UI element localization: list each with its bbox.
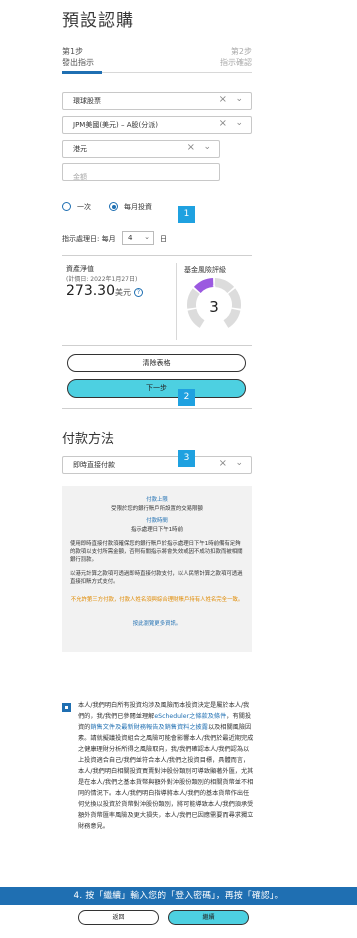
step-2: 第2步 指示確認 bbox=[220, 46, 252, 68]
consent-text: 本人/我們明白所有投資均涉及風險而本投資決定是屬於本人/我們的，我/我們已參閱並… bbox=[78, 700, 254, 832]
step-2-number: 第2步 bbox=[230, 47, 252, 56]
radio-monthly[interactable] bbox=[109, 202, 118, 211]
payment-info-box: 付款上限 受限於您的銀行賬戶所設置的交易限額 付款時間 指示處理日下午1時前 使… bbox=[62, 486, 252, 652]
info-icon[interactable]: ? bbox=[134, 288, 143, 297]
payment-time-text: 指示處理日下午1時前 bbox=[131, 527, 183, 533]
payment-limit-heading: 付款上限 bbox=[146, 497, 168, 503]
more-info-link[interactable]: 按此瀏覽更多資訊。 bbox=[70, 620, 244, 628]
step-1: 第1步 發出指示 bbox=[62, 46, 94, 68]
payment-note-2: 以港元計算之款項可透過即時直接付款支付，以人民幣計算之款項可透過直接扣賬方式支付… bbox=[70, 571, 243, 585]
chevron-down-icon: ⌄ bbox=[235, 458, 243, 468]
risk-gauge-segment bbox=[187, 288, 200, 309]
radio-one-time-label[interactable]: 一次 bbox=[77, 202, 91, 212]
radio-one-time[interactable] bbox=[62, 202, 71, 211]
amount-field[interactable] bbox=[62, 163, 220, 185]
clear-currency-icon[interactable]: × bbox=[187, 142, 195, 153]
clear-form-button[interactable]: 清除表格 bbox=[67, 354, 246, 372]
clear-market-icon[interactable]: × bbox=[219, 94, 227, 105]
clear-payment-icon[interactable]: × bbox=[219, 458, 227, 469]
nav-date: (計價日: 2022年1月27日) bbox=[66, 276, 138, 283]
fund-value: JPM美國(美元) – A股(分派) bbox=[73, 121, 158, 129]
step-1-number: 第1步 bbox=[62, 47, 84, 56]
terms-link[interactable]: eScheduler之條款及條件 bbox=[154, 713, 226, 720]
nav-value: 273.30 bbox=[66, 283, 115, 299]
divider bbox=[62, 345, 252, 346]
amount-input[interactable] bbox=[63, 169, 219, 185]
consent-part-3: 以及相關風險因素。請就擬議投資組合之風險可能會影響本人/我們於最近期完成之健康理… bbox=[78, 724, 254, 830]
page: 預設認購 第1步 發出指示 第2步 指示確認 環球股票 × ⌄ JPM美國(美元… bbox=[0, 0, 357, 938]
step-badge-1: 1 bbox=[178, 206, 195, 223]
payment-time-heading: 付款時間 bbox=[146, 518, 168, 524]
instruction-banner: 4. 按「繼續」輸入您的「登入密碼」，再按「確認」。 bbox=[0, 887, 357, 905]
radio-monthly-label[interactable]: 每月投資 bbox=[124, 202, 152, 212]
fund-select[interactable]: JPM美國(美元) – A股(分派) × ⌄ bbox=[62, 116, 252, 134]
divider bbox=[62, 255, 252, 256]
risk-gauge-segment bbox=[187, 308, 205, 328]
chevron-down-icon: ⌄ bbox=[203, 142, 211, 152]
chevron-down-icon: ⌄ bbox=[235, 94, 243, 104]
risk-gauge-segment bbox=[223, 308, 241, 328]
processing-day-label: 指示處理日: 每月 bbox=[62, 235, 116, 243]
currency-value: 港元 bbox=[73, 145, 87, 153]
risk-label: 基金風險評級 bbox=[184, 266, 226, 274]
market-value: 環球股票 bbox=[73, 97, 101, 105]
step-badge-2: 2 bbox=[178, 389, 195, 406]
continue-button[interactable]: 繼續 bbox=[168, 910, 249, 925]
nav-value-row: 273.30美元 bbox=[66, 283, 131, 299]
consent-checkbox[interactable] bbox=[62, 703, 71, 712]
third-party-warning: 不允許第三方付款，付款人姓名須與綜合理財賬戶持有人姓名完全一致。 bbox=[70, 597, 244, 603]
payment-note-1: 使用即時直接付款須確保您的銀行賬戶於指示處理日下午1時前備有足夠的款項以支付所需… bbox=[70, 541, 243, 563]
step-indicator: 第1步 發出指示 第2步 指示確認 bbox=[62, 46, 252, 74]
risk-rating-small: 3 bbox=[212, 285, 216, 292]
back-button[interactable]: 返回 bbox=[78, 910, 159, 925]
nav-label: 資產淨值 bbox=[66, 265, 94, 273]
processing-day-select[interactable]: 4 ⌄ bbox=[122, 231, 154, 245]
processing-day-value: 4 bbox=[128, 234, 133, 242]
risk-gauge-segment bbox=[228, 288, 241, 309]
nav-unit: 美元 bbox=[115, 288, 131, 297]
chevron-down-icon: ⌄ bbox=[235, 118, 243, 128]
clear-fund-icon[interactable]: × bbox=[219, 118, 227, 129]
risk-gauge: 3 3 bbox=[187, 278, 241, 328]
vertical-divider bbox=[176, 263, 177, 340]
next-button[interactable]: 下一步 bbox=[67, 379, 246, 398]
payment-section-title: 付款方法 bbox=[62, 432, 115, 447]
sales-docs-link[interactable]: 銷售文件及最新財務報告及銷售資料之披露 bbox=[90, 724, 208, 731]
divider bbox=[62, 408, 252, 409]
currency-select[interactable]: 港元 × ⌄ bbox=[62, 140, 220, 158]
payment-method-value: 即時直接付款 bbox=[73, 461, 115, 469]
payment-method-select[interactable]: 即時直接付款 × ⌄ bbox=[62, 456, 252, 474]
step-progress-active bbox=[62, 71, 102, 74]
processing-day-suffix: 日 bbox=[160, 235, 167, 243]
step-1-label: 發出指示 bbox=[62, 58, 94, 67]
risk-gauge-segment bbox=[214, 278, 235, 293]
step-2-label: 指示確認 bbox=[220, 58, 252, 67]
chevron-down-icon: ⌄ bbox=[144, 233, 150, 241]
payment-limit-text: 受限於您的銀行賬戶所設置的交易限額 bbox=[111, 506, 203, 512]
step-badge-3: 3 bbox=[178, 450, 195, 467]
risk-rating: 3 bbox=[209, 298, 219, 316]
risk-gauge-segment bbox=[193, 278, 214, 293]
market-select[interactable]: 環球股票 × ⌄ bbox=[62, 92, 252, 110]
page-title: 預設認購 bbox=[62, 11, 134, 31]
